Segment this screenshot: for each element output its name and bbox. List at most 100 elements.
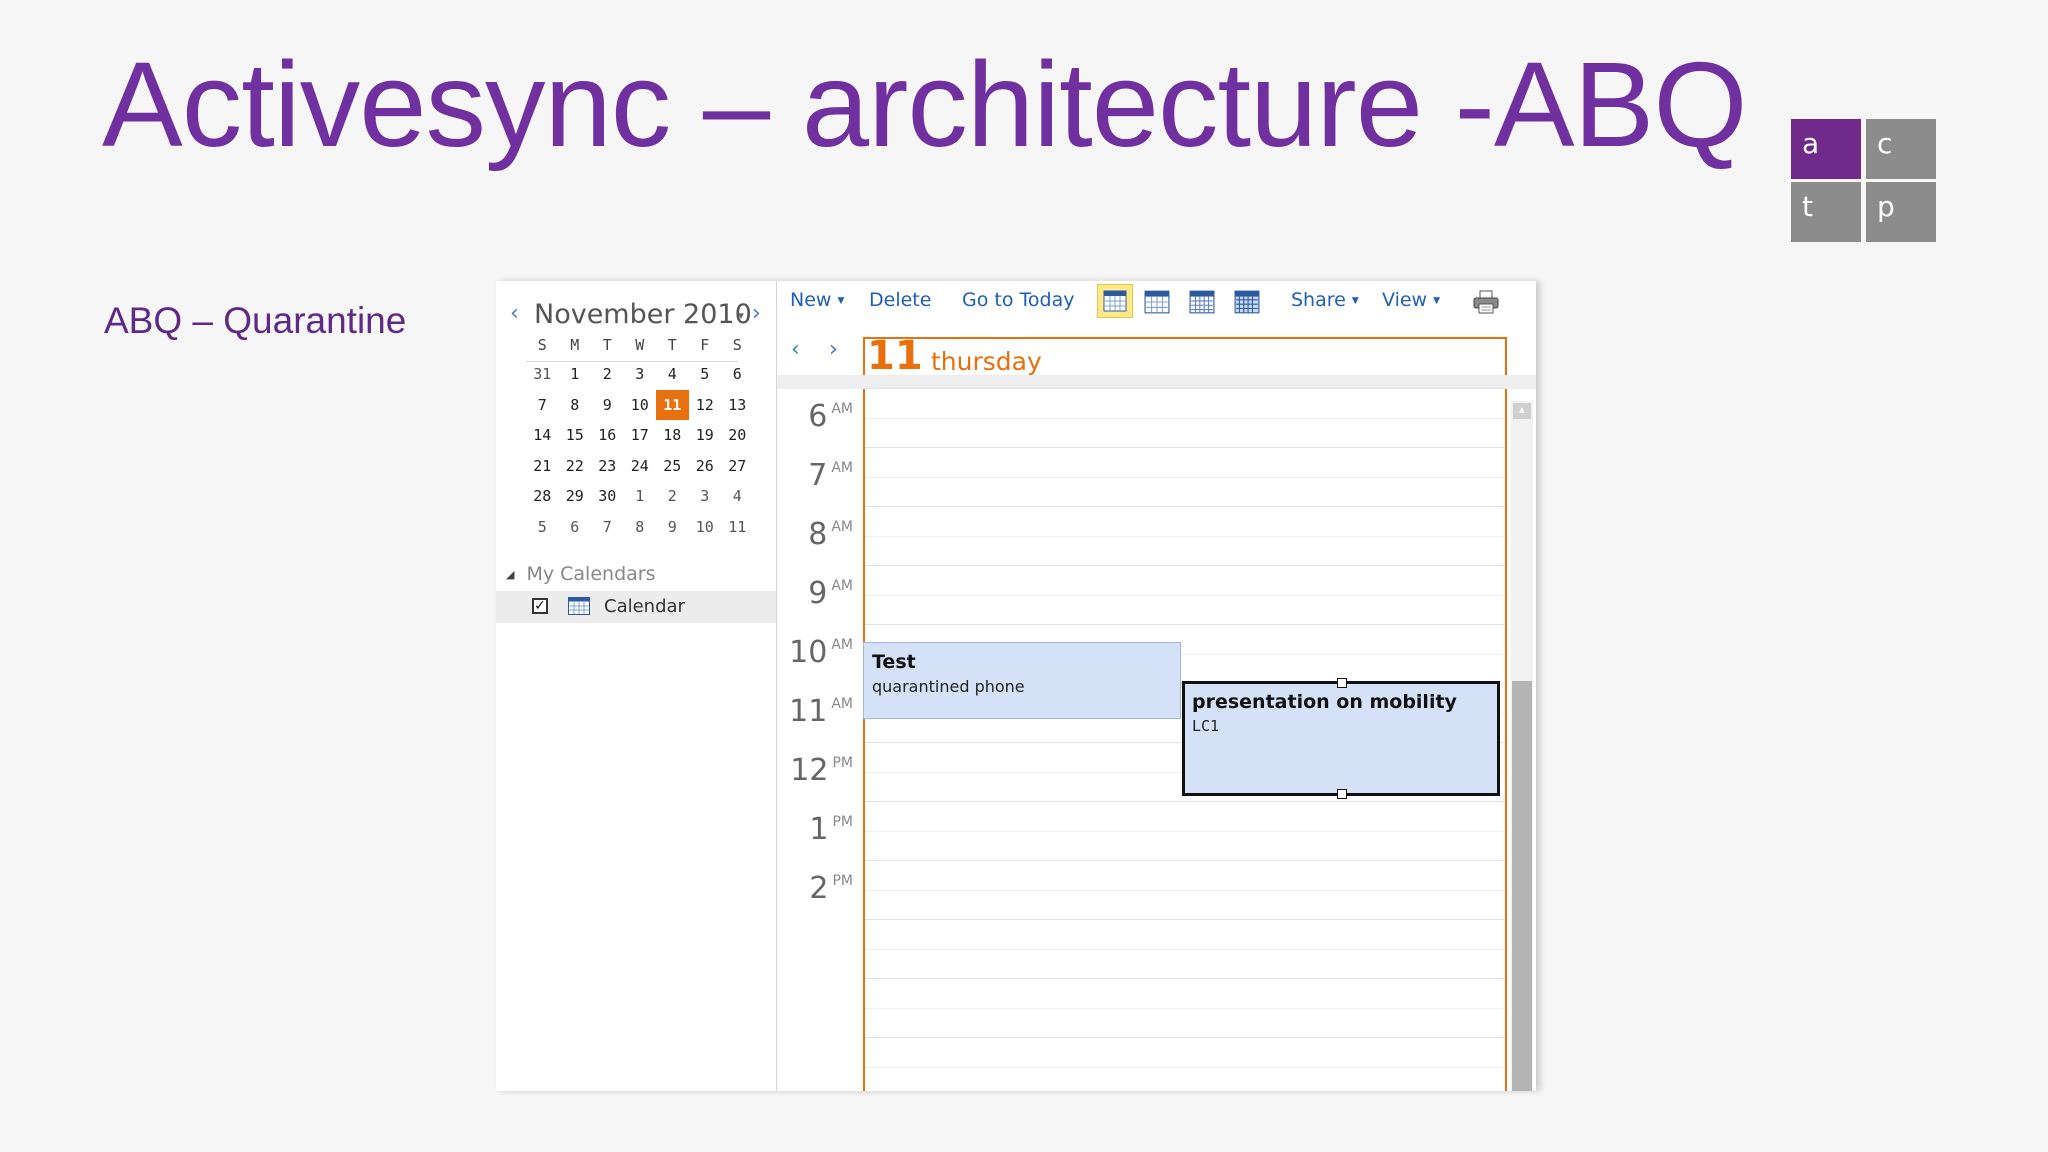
mini-calendar-day[interactable]: 16 bbox=[591, 420, 624, 451]
mini-calendar-day[interactable]: 15 bbox=[559, 420, 592, 451]
mini-calendar-day[interactable]: 8 bbox=[559, 390, 592, 421]
outlook-web-calendar: ‹ November 2010 ▼ › SMTWTFS 31 1 2 3 4 5 6 7 8 9 1… bbox=[496, 281, 1536, 1091]
weekday-label: T bbox=[602, 336, 612, 354]
time-slot-line bbox=[865, 624, 1505, 625]
time-slot-line bbox=[865, 417, 1505, 419]
mini-calendar-day[interactable]: 18 bbox=[656, 420, 689, 451]
time-slot-line bbox=[865, 535, 1505, 537]
mini-calendar-week: 7 8 9 10 11 12 13 bbox=[526, 389, 754, 421]
time-slot-line bbox=[865, 1007, 1505, 1009]
mini-calendar-day[interactable]: 12 bbox=[689, 390, 722, 421]
time-slot-line bbox=[865, 565, 1505, 566]
new-dropdown-icon: ▼ bbox=[837, 296, 845, 306]
mini-calendar-day[interactable]: 3 bbox=[624, 359, 657, 390]
hour-label: 10 AM bbox=[789, 635, 853, 670]
mini-calendar-day[interactable]: 25 bbox=[656, 451, 689, 482]
time-slot-line bbox=[865, 447, 1505, 448]
mini-calendar-month[interactable]: November 2010 bbox=[534, 299, 752, 330]
calendar-event-selected[interactable]: presentation on mobility LC1 bbox=[1182, 678, 1500, 799]
time-slot-line bbox=[865, 388, 1505, 389]
resize-handle-bottom[interactable] bbox=[1337, 789, 1347, 799]
mini-calendar-day[interactable]: 17 bbox=[624, 420, 657, 451]
mini-calendar-day[interactable]: 7 bbox=[591, 512, 624, 543]
mini-calendar-day[interactable]: 31 bbox=[526, 359, 559, 390]
mini-calendar-day[interactable]: 6 bbox=[559, 512, 592, 543]
month-view-icon[interactable] bbox=[1234, 289, 1260, 315]
share-button[interactable]: Share ▼ bbox=[1291, 289, 1359, 311]
prev-day-icon[interactable]: ‹ bbox=[791, 337, 800, 362]
day-header: 11 thursday bbox=[863, 333, 1507, 379]
scroll-up-icon[interactable]: ▲ bbox=[1513, 403, 1531, 419]
mini-calendar-day[interactable]: 9 bbox=[656, 512, 689, 543]
actp-logo: a c t p bbox=[1791, 119, 1936, 244]
mini-calendar-divider bbox=[526, 361, 738, 362]
mini-calendar-day[interactable]: 21 bbox=[526, 451, 559, 482]
mini-calendar-day[interactable]: 5 bbox=[689, 359, 722, 390]
scroll-thumb[interactable] bbox=[1512, 681, 1532, 1091]
mini-calendar-day[interactable]: 20 bbox=[721, 420, 754, 451]
calendar-event[interactable]: Test quarantined phone bbox=[863, 642, 1181, 719]
mini-calendar-week: 31 1 2 3 4 5 6 bbox=[526, 359, 754, 390]
logo-tile-a: a bbox=[1791, 119, 1861, 179]
mini-calendar-day[interactable]: 11 bbox=[656, 389, 689, 420]
hour-number: 6 bbox=[808, 399, 828, 434]
hour-label: 12 PM bbox=[790, 753, 853, 788]
mini-calendar-day[interactable]: 1 bbox=[559, 359, 592, 390]
mini-calendar-day[interactable]: 4 bbox=[656, 359, 689, 390]
prev-month-icon[interactable]: ‹ bbox=[510, 301, 519, 326]
work-week-view-icon[interactable] bbox=[1144, 289, 1170, 315]
event-detail: quarantined phone bbox=[872, 677, 1025, 696]
calendar-icon bbox=[568, 597, 590, 615]
time-slot-line bbox=[865, 1066, 1505, 1068]
mini-calendar-day[interactable]: 29 bbox=[559, 481, 592, 512]
mini-calendar-day[interactable]: 10 bbox=[689, 512, 722, 543]
new-button[interactable]: New ▼ bbox=[790, 289, 844, 311]
calendar-list-item[interactable]: ✓ Calendar bbox=[496, 591, 776, 623]
view-button[interactable]: View ▼ bbox=[1382, 289, 1440, 311]
mini-calendar-day[interactable]: 6 bbox=[721, 359, 754, 390]
next-month-icon[interactable]: › bbox=[752, 301, 761, 326]
delete-button[interactable]: Delete bbox=[869, 289, 931, 311]
time-slot-line bbox=[865, 948, 1505, 950]
mini-calendar-day[interactable]: 7 bbox=[526, 390, 559, 421]
mini-calendar-day[interactable]: 23 bbox=[591, 451, 624, 482]
week-view-icon[interactable] bbox=[1189, 289, 1215, 315]
collapse-triangle-icon[interactable]: ◢ bbox=[506, 568, 514, 581]
print-icon[interactable] bbox=[1473, 290, 1499, 314]
month-dropdown-icon[interactable]: ▼ bbox=[736, 311, 746, 322]
time-slot-line bbox=[865, 801, 1505, 802]
mini-calendar-day[interactable]: 9 bbox=[591, 390, 624, 421]
my-calendars-group[interactable]: ◢ My Calendars bbox=[506, 563, 655, 585]
mini-calendar-day[interactable]: 26 bbox=[689, 451, 722, 482]
mini-calendar-days: 31 1 2 3 4 5 6 7 8 9 10 11 12 13 14 15 16 17 18 19 20 21 22 23 2… bbox=[526, 359, 754, 542]
mini-calendar-day[interactable]: 8 bbox=[624, 512, 657, 543]
my-calendars-label: My Calendars bbox=[526, 563, 656, 585]
mini-calendar-day[interactable]: 27 bbox=[721, 451, 754, 482]
event-title: presentation on mobility bbox=[1192, 691, 1457, 713]
mini-calendar-day[interactable]: 5 bbox=[526, 512, 559, 543]
hour-label: 8 AM bbox=[808, 517, 853, 552]
mini-calendar-day[interactable]: 13 bbox=[721, 390, 754, 421]
mini-calendar-day[interactable]: 2 bbox=[591, 359, 624, 390]
mini-calendar-day[interactable]: 28 bbox=[526, 481, 559, 512]
mini-calendar-day[interactable]: 11 bbox=[721, 512, 754, 543]
mini-calendar-day[interactable]: 4 bbox=[721, 481, 754, 512]
mini-calendar-day[interactable]: 10 bbox=[624, 390, 657, 421]
mini-calendar-day[interactable]: 1 bbox=[624, 481, 657, 512]
mini-calendar-day[interactable]: 30 bbox=[591, 481, 624, 512]
mini-calendar-day[interactable]: 19 bbox=[689, 420, 722, 451]
weekday-label: S bbox=[732, 336, 742, 354]
next-day-icon[interactable]: › bbox=[829, 337, 838, 362]
mini-calendar-day[interactable]: 2 bbox=[656, 481, 689, 512]
mini-calendar-day[interactable]: 24 bbox=[624, 451, 657, 482]
mini-calendar-day[interactable]: 14 bbox=[526, 420, 559, 451]
hour-number: 10 bbox=[789, 635, 828, 670]
logo-tile-t: t bbox=[1791, 182, 1861, 242]
mini-calendar-day[interactable]: 3 bbox=[689, 481, 722, 512]
calendar-checkbox[interactable]: ✓ bbox=[532, 598, 548, 614]
go-to-today-button[interactable]: Go to Today bbox=[962, 289, 1074, 311]
resize-handle-top[interactable] bbox=[1337, 678, 1347, 688]
vertical-scrollbar[interactable]: ▲ bbox=[1511, 401, 1533, 1091]
mini-calendar-day[interactable]: 22 bbox=[559, 451, 592, 482]
day-view-button[interactable] bbox=[1097, 284, 1133, 318]
